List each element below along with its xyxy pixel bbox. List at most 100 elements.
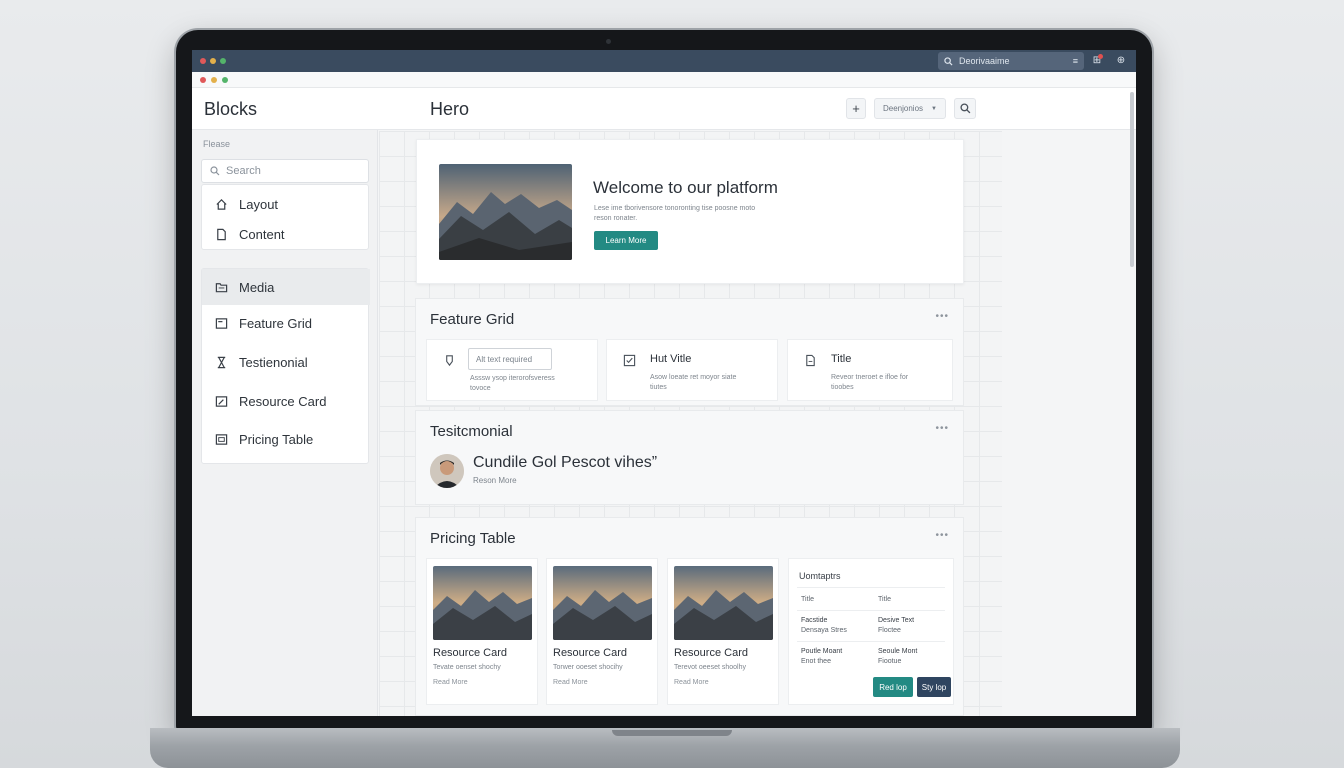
- testimonial-block[interactable]: Tesitcmonial ••• Cundile Gol Pescot vihe…: [415, 410, 964, 505]
- more-options-icon[interactable]: •••: [935, 530, 949, 541]
- view-dropdown[interactable]: Deenjonios ▼: [874, 98, 946, 119]
- more-options-icon[interactable]: •••: [935, 423, 949, 434]
- secondary-table-button[interactable]: Sty lop: [917, 677, 951, 697]
- feature-desc-line-1: Asow loeate ret moyor siate: [650, 374, 737, 381]
- sidebar-item-pricing-table[interactable]: Pricing Table: [202, 424, 370, 454]
- resource-card-desc: Tevate oenset shochy: [433, 664, 501, 671]
- hero-block[interactable]: Welcome to our platform Lese ime tborive…: [416, 139, 964, 284]
- sidebar-item-resource-card[interactable]: Resource Card: [202, 386, 370, 416]
- badge-icon: [446, 355, 453, 367]
- feature-desc-line-1: Asssw ysop iterorofsveress: [470, 375, 555, 382]
- os-zoom-dot[interactable]: [220, 58, 226, 64]
- table-column-header: Title: [878, 596, 891, 603]
- sidebar-item-media[interactable]: Media: [202, 269, 370, 305]
- sidebar-item-feature-grid[interactable]: Feature Grid: [202, 308, 370, 338]
- feature-desc-line-1: Reveor tneroet e ifloe for: [831, 374, 909, 381]
- document-icon: [217, 228, 226, 240]
- edit-square-icon: [215, 395, 228, 407]
- sidebar-group-basic: Layout Content: [201, 184, 369, 250]
- feature-desc-line-2: tiutes: [650, 384, 667, 391]
- avatar: [430, 454, 464, 488]
- sidebar-item-label: Content: [239, 226, 285, 242]
- file-icon: [806, 354, 815, 367]
- checkbox-icon: [623, 354, 636, 367]
- search-button[interactable]: [954, 98, 976, 119]
- feature-card[interactable]: Alt text required Asssw ysop iterorofsve…: [426, 339, 598, 401]
- os-close-dot[interactable]: [200, 58, 206, 64]
- resource-card[interactable]: Resource Card Terevot oeeset shoolhy Rea…: [667, 558, 779, 705]
- resource-card-desc: Terevot oeeset shoolhy: [674, 664, 746, 671]
- canvas-gutter: [1002, 131, 1136, 716]
- laptop-notch: [612, 730, 732, 736]
- hero-heading: Welcome to our platform: [593, 178, 778, 197]
- comparison-table-title: Uomtaptrs: [799, 571, 841, 581]
- primary-table-button[interactable]: Red lop: [873, 677, 913, 697]
- search-icon: [959, 103, 970, 114]
- resource-card-title: Resource Card: [553, 647, 627, 659]
- sidebar-item-layout[interactable]: Layout: [202, 189, 370, 219]
- os-minimize-dot[interactable]: [210, 58, 216, 64]
- testimonial-link[interactable]: Reson More: [473, 476, 517, 486]
- feature-desc-line-2: tioobes: [831, 384, 854, 391]
- table-cell: Enot thee: [801, 658, 831, 665]
- os-search-field[interactable]: Deorivaaime ≡: [938, 52, 1084, 70]
- sidebar-item-label: Layout: [239, 196, 279, 212]
- add-block-button[interactable]: +: [846, 98, 866, 119]
- table-cell: Poutle Moant: [801, 648, 843, 655]
- feature-desc-line-2: tovoce: [470, 385, 491, 392]
- read-more-link[interactable]: Read More: [433, 679, 468, 686]
- feature-card[interactable]: Title Reveor tneroet e ifloe for tioobes: [787, 339, 953, 401]
- read-more-link[interactable]: Read More: [674, 679, 709, 686]
- blocks-sidebar: Flease Search Layout Content Media Featu…: [192, 130, 378, 716]
- view-dropdown-label: Deenjonios: [883, 104, 924, 113]
- window-close-button[interactable]: [200, 77, 206, 83]
- resource-card[interactable]: Resource Card Torwer ooeset shocihy Read…: [546, 558, 658, 705]
- resource-card-image: [674, 566, 773, 640]
- table-row: Poutle Moant Enot thee Seoule Mont Fioot…: [797, 641, 945, 671]
- sidebar-item-label: Resource Card: [239, 393, 327, 409]
- home-icon: [216, 198, 227, 210]
- alt-text-input[interactable]: Alt text required: [468, 348, 552, 370]
- menu-icon[interactable]: ≡: [1073, 56, 1078, 66]
- pricing-table-block[interactable]: Pricing Table ••• Resource Card Tevate o…: [415, 517, 964, 716]
- vertical-scrollbar[interactable]: [1130, 92, 1134, 267]
- resource-card[interactable]: Resource Card Tevate oenset shochy Read …: [426, 558, 538, 705]
- folder-icon: [215, 282, 228, 292]
- hero-body-line-2: reson ronater.: [594, 215, 638, 222]
- table-cell: Facstide: [801, 617, 828, 624]
- image-square-icon: [215, 433, 228, 445]
- hero-body-line-1: Lese ime tborivensore tonoronting tise p…: [594, 205, 756, 212]
- table-cell: Fiootue: [878, 658, 902, 665]
- window-minimize-button[interactable]: [211, 77, 217, 83]
- resource-card-title: Resource Card: [433, 647, 507, 659]
- sidebar-item-label: Media: [239, 279, 275, 295]
- read-more-link[interactable]: Read More: [553, 679, 588, 686]
- sidebar-caption: Flease: [203, 139, 231, 149]
- sidebar-item-testimonial[interactable]: Testienonial: [202, 347, 370, 377]
- resource-card-image: [433, 566, 532, 640]
- comparison-table-card[interactable]: Uomtaptrs Title Title Facstide Densaya S…: [788, 558, 954, 705]
- sidebar-item-label: Testienonial: [239, 354, 308, 370]
- table-cell: Densaya Stres: [801, 627, 847, 634]
- window-zoom-button[interactable]: [222, 77, 228, 83]
- table-cell: Floctee: [878, 627, 901, 634]
- learn-more-button[interactable]: Learn More: [594, 231, 658, 250]
- search-placeholder: Search: [226, 165, 261, 177]
- feature-grid-block[interactable]: Feature Grid ••• Alt text required Asssw…: [415, 298, 964, 406]
- notification-badge: [1098, 54, 1103, 59]
- globe-icon[interactable]: ⊕: [1114, 54, 1128, 68]
- app-header: Blocks Hero + Deenjonios ▼: [192, 88, 1136, 130]
- os-search-text: Deorivaaime: [959, 56, 1010, 66]
- block-search-input[interactable]: Search: [201, 159, 369, 183]
- table-row: Facstide Densaya Stres Desive Text Floct…: [797, 610, 945, 640]
- more-options-icon[interactable]: •••: [935, 311, 949, 322]
- testimonial-title: Tesitcmonial: [430, 423, 513, 440]
- sidebar-item-content[interactable]: Content: [202, 219, 370, 249]
- webcam: [606, 39, 611, 44]
- os-menu-bar: Deorivaaime ≡ ⊞ ⊕: [192, 50, 1136, 72]
- chevron-down-icon: ▼: [931, 105, 937, 112]
- feature-card[interactable]: Hut Vitle Asow loeate ret moyor siate ti…: [606, 339, 778, 401]
- feature-grid-title: Feature Grid: [430, 311, 515, 328]
- search-icon: [944, 56, 953, 66]
- layout-icon: [215, 317, 228, 329]
